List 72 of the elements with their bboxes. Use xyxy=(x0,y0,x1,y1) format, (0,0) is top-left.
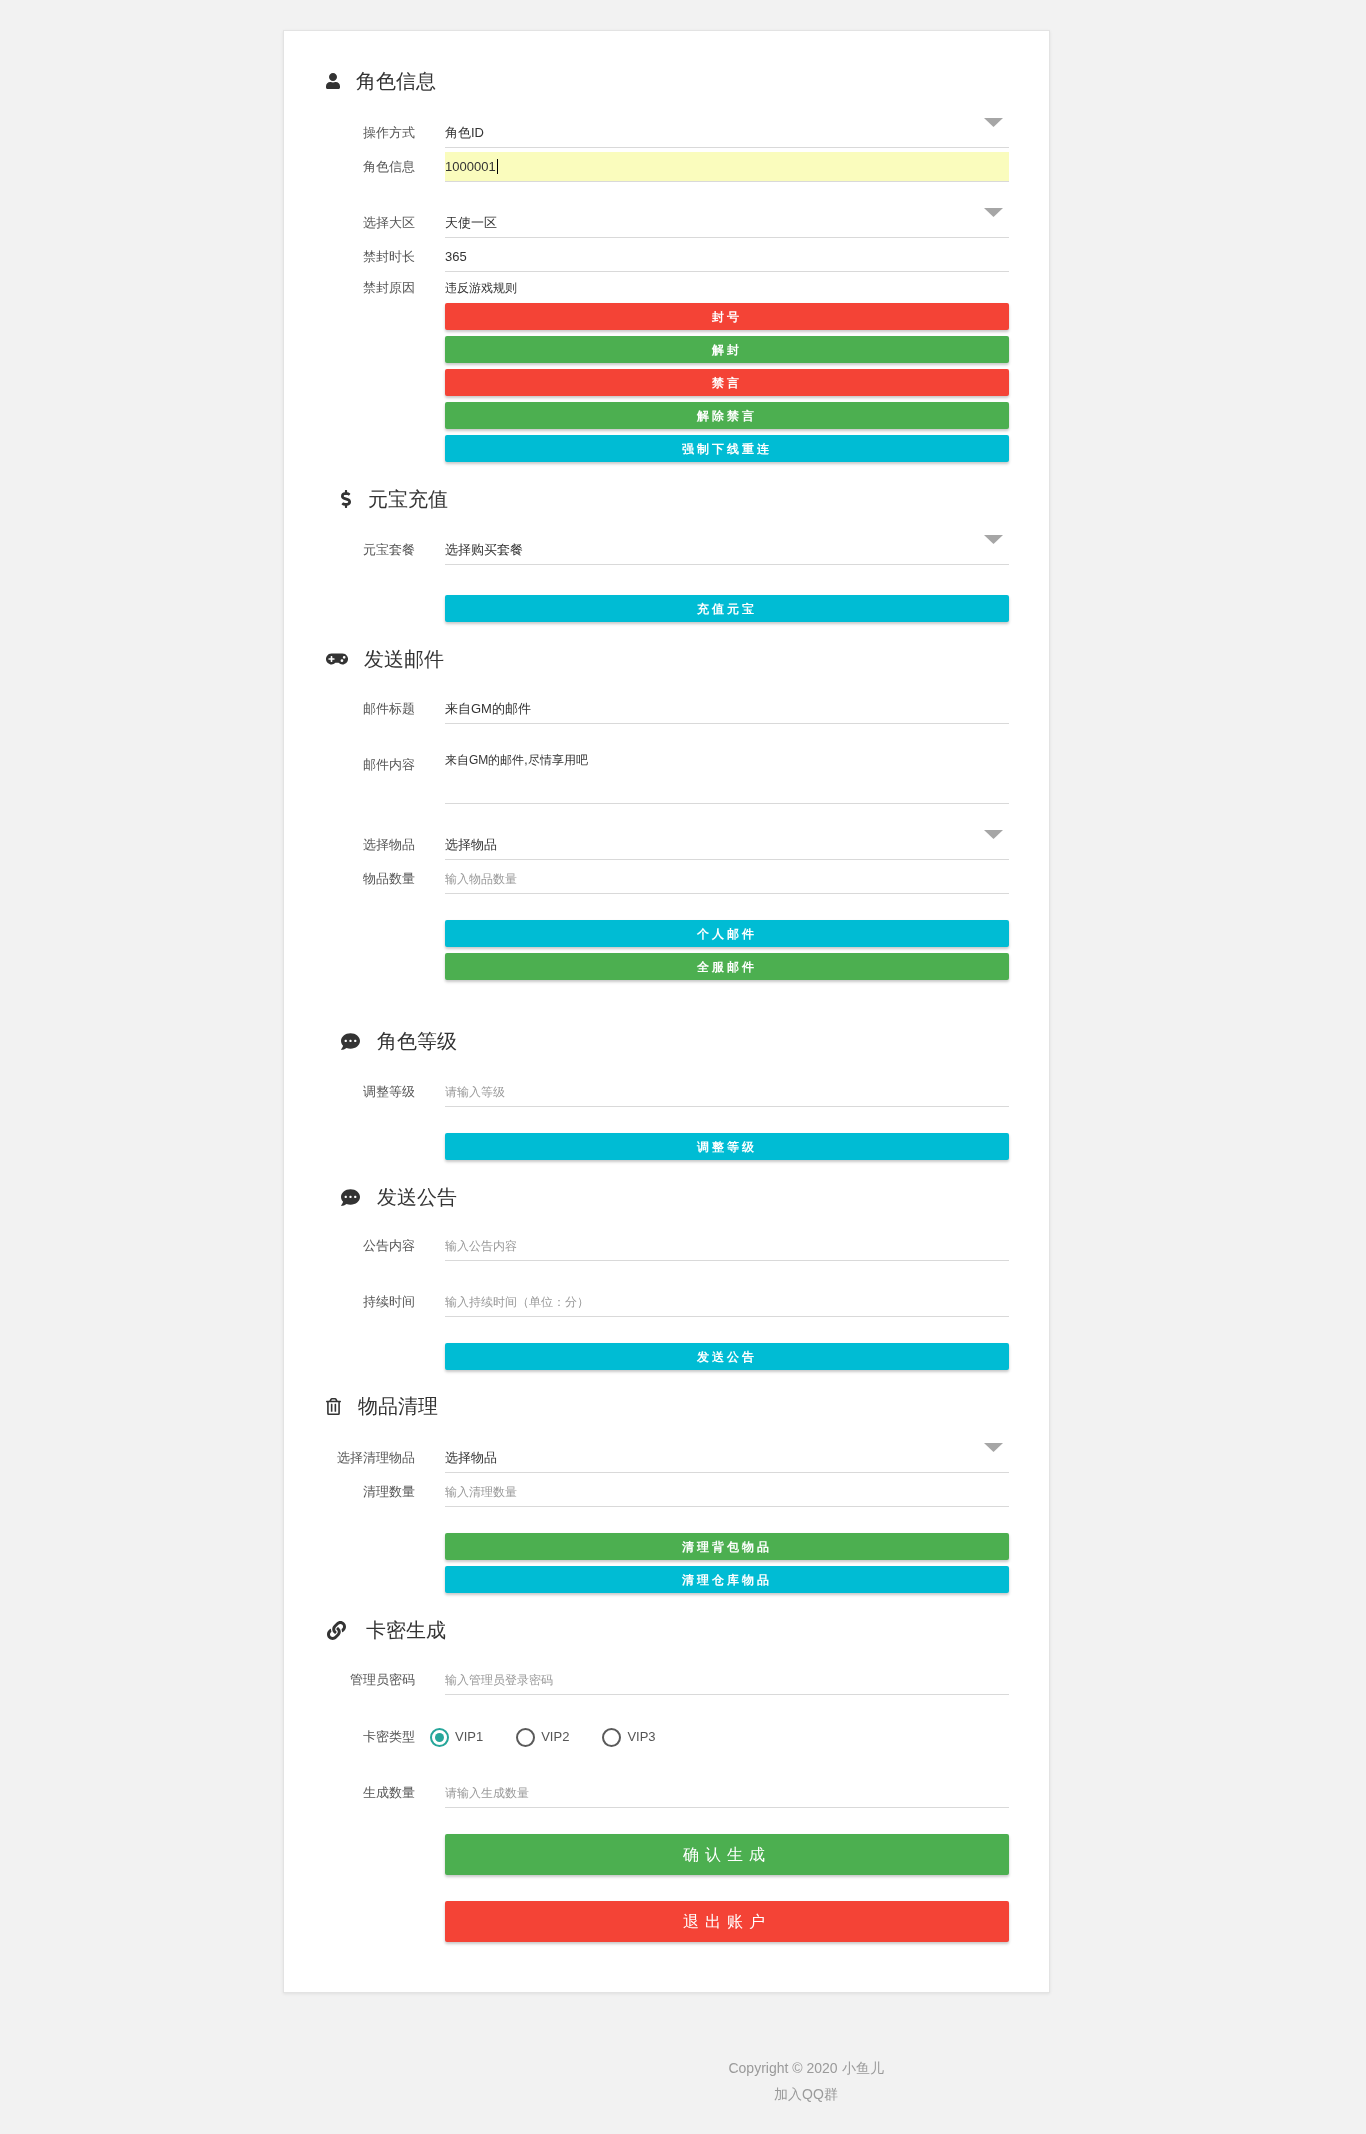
textarea-field[interactable]: 来自GM的邮件,尽情享用吧 xyxy=(445,748,1009,804)
action-button[interactable]: 清理背包物品 xyxy=(445,1533,1009,1560)
section-title: 发送公告 xyxy=(377,1185,457,1210)
field-label: 调整等级 xyxy=(362,1083,415,1101)
dropdown-arrow-icon xyxy=(984,1443,1003,1452)
input-field[interactable]: 输入物品数量 xyxy=(445,864,1009,894)
input-field[interactable]: 1000001 xyxy=(445,152,1009,182)
radio-option[interactable]: VIP2 xyxy=(516,1727,570,1747)
action-button[interactable]: 发送公告 xyxy=(445,1343,1009,1370)
field-label: 选择物品 xyxy=(362,836,415,854)
action-button[interactable]: 充值元宝 xyxy=(445,595,1009,622)
field-label: 物品数量 xyxy=(362,870,415,888)
dropdown-field[interactable]: 选择物品 xyxy=(445,830,1009,860)
field-label: 角色信息 xyxy=(362,158,415,176)
field-label: 元宝套餐 xyxy=(362,541,415,559)
input-field[interactable]: 请输入等级 xyxy=(445,1077,1009,1107)
dropdown-arrow-icon xyxy=(984,118,1003,127)
action-button[interactable]: 退出账户 xyxy=(445,1901,1009,1942)
field-label: 持续时间 xyxy=(362,1293,415,1311)
section-title: 卡密生成 xyxy=(366,1618,446,1643)
action-button[interactable]: 全服邮件 xyxy=(445,953,1009,980)
radio-option[interactable]: VIP3 xyxy=(602,1727,656,1747)
section-title: 角色信息 xyxy=(356,69,436,94)
field-label: 选择清理物品 xyxy=(336,1449,415,1467)
dollar-icon xyxy=(341,490,351,508)
section-title: 物品清理 xyxy=(358,1394,438,1419)
field-label: 生成数量 xyxy=(362,1784,415,1802)
field-label: 公告内容 xyxy=(362,1237,415,1255)
input-field[interactable]: 输入管理员登录密码 xyxy=(445,1665,1009,1695)
user-icon xyxy=(326,73,340,89)
dropdown-arrow-icon xyxy=(984,208,1003,217)
field-label: 邮件标题 xyxy=(362,700,415,718)
field-label: 禁封原因 xyxy=(362,279,415,297)
action-button[interactable]: 禁言 xyxy=(445,369,1009,396)
speech-bubble-icon xyxy=(341,1031,360,1051)
footer-copyright: Copyright © 2020 小鱼儿 xyxy=(728,2059,884,2078)
action-button[interactable]: 解除禁言 xyxy=(445,402,1009,429)
action-button[interactable]: 确认生成 xyxy=(445,1834,1009,1875)
input-field[interactable]: 365 xyxy=(445,242,1009,272)
input-field[interactable]: 请输入生成数量 xyxy=(445,1778,1009,1808)
dropdown-arrow-icon xyxy=(984,830,1003,839)
action-button[interactable]: 个人邮件 xyxy=(445,920,1009,947)
section-title: 角色等级 xyxy=(377,1029,457,1054)
dropdown-field[interactable]: 角色ID xyxy=(445,118,1009,148)
action-button[interactable]: 清理仓库物品 xyxy=(445,1566,1009,1593)
qq-group-link[interactable]: 加入QQ群 xyxy=(774,2084,838,2104)
radio-option[interactable]: VIP1 xyxy=(430,1727,484,1747)
field-label: 禁封时长 xyxy=(362,248,415,266)
dropdown-arrow-icon xyxy=(984,535,1003,544)
input-field[interactable]: 输入公告内容 xyxy=(445,1231,1009,1261)
input-field[interactable]: 违反游戏规则 xyxy=(445,276,1009,300)
trash-icon xyxy=(326,1397,341,1415)
speech-bubble-icon xyxy=(341,1187,360,1207)
field-label: 清理数量 xyxy=(362,1483,415,1501)
input-field[interactable]: 输入持续时间（单位：分） xyxy=(445,1287,1009,1317)
field-label: 选择大区 xyxy=(362,214,415,232)
action-button[interactable]: 强制下线重连 xyxy=(445,435,1009,462)
dropdown-field[interactable]: 选择物品 xyxy=(445,1443,1009,1473)
section-title: 发送邮件 xyxy=(364,647,444,672)
dropdown-field[interactable]: 选择购买套餐 xyxy=(445,535,1009,565)
field-label: 管理员密码 xyxy=(349,1671,415,1689)
action-button[interactable]: 封号 xyxy=(445,303,1009,330)
input-field[interactable]: 输入清理数量 xyxy=(445,1477,1009,1507)
action-button[interactable]: 解封 xyxy=(445,336,1009,363)
field-label: 操作方式 xyxy=(362,124,415,142)
section-title: 元宝充值 xyxy=(368,487,448,512)
action-button[interactable]: 调整等级 xyxy=(445,1133,1009,1160)
field-label: 邮件内容 xyxy=(362,756,415,774)
link-icon xyxy=(327,1620,346,1640)
input-field[interactable]: 来自GM的邮件 xyxy=(445,694,1009,724)
dropdown-field[interactable]: 天使一区 xyxy=(445,208,1009,238)
field-label: 卡密类型 xyxy=(362,1728,415,1746)
